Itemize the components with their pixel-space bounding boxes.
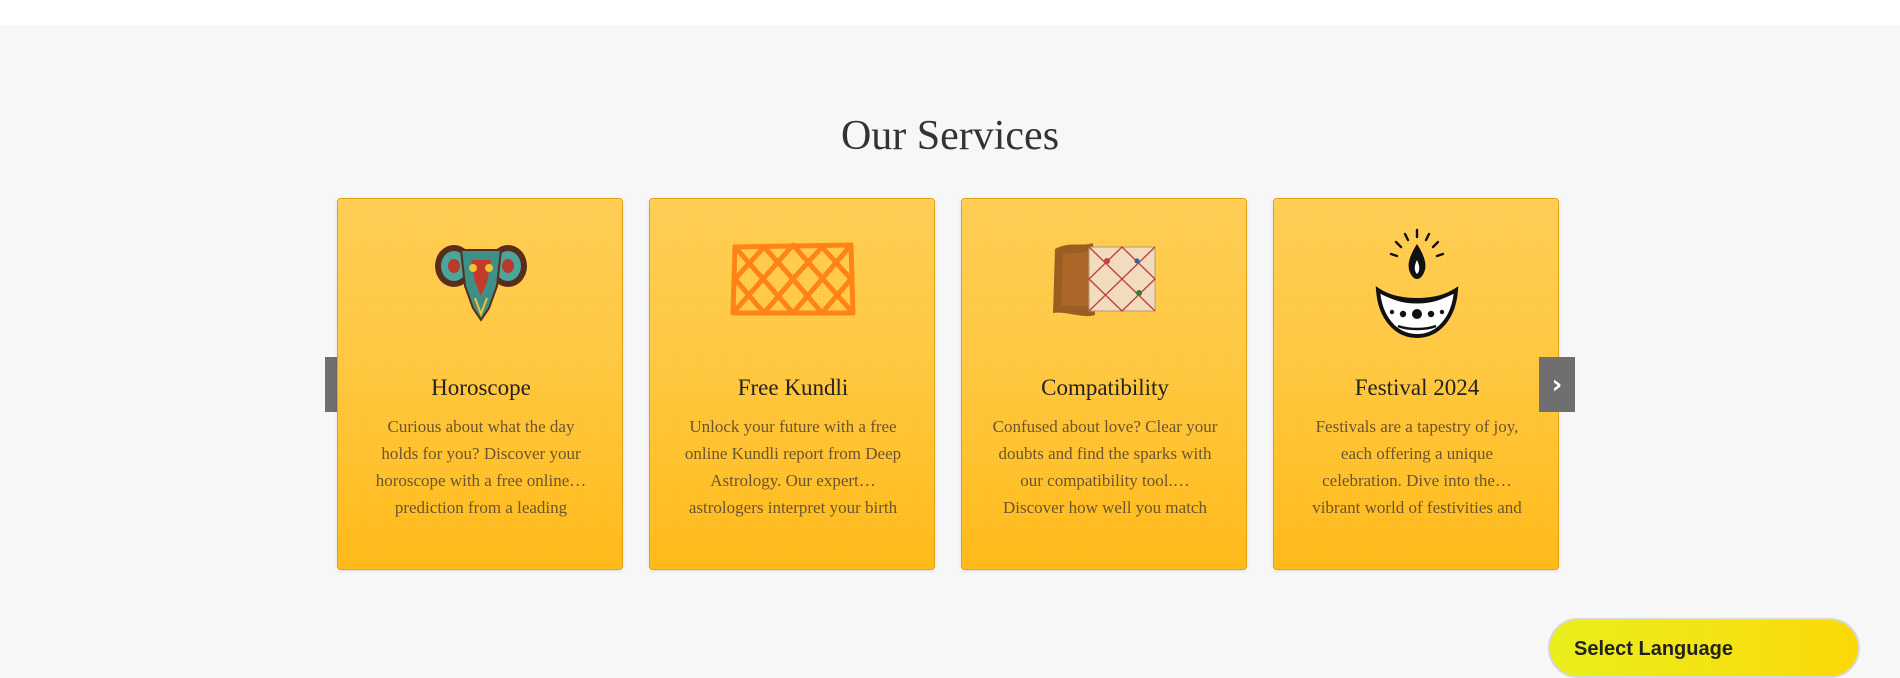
kundli-chart-icon [650,229,936,329]
section-title: Our Services [840,113,1060,159]
card-description: Confused about love? Clear your doubts a… [992,417,1218,517]
card-title: Festival 2024 [1354,375,1480,400]
card-title: Compatibility [1041,375,1169,400]
top-bar [0,0,1900,25]
carousel-next-button[interactable]: › [1539,357,1575,412]
select-language-button[interactable]: Select Language [1548,618,1860,678]
diya-lamp-icon [1274,228,1560,339]
service-card-horoscope[interactable]: Horoscope Curious about what the day hol… [337,198,623,570]
aries-ram-icon [338,229,624,329]
service-card-free-kundli[interactable]: Free Kundli Unlock your future with a fr… [649,198,935,570]
card-title: Free Kundli [737,375,849,400]
card-title: Horoscope [431,375,531,400]
compatibility-chart-icon [962,229,1248,329]
card-description: Unlock your future with a free online Ku… [684,417,902,517]
services-carousel: Horoscope Curious about what the day hol… [337,198,1559,570]
service-card-festival-2024[interactable]: Festival 2024 Festivals are a tapestry o… [1273,198,1559,570]
card-description: Festivals are a tapestry of joy, each of… [1312,417,1522,517]
card-description: Curious about what the day holds for you… [375,417,587,517]
service-card-compatibility[interactable]: Compatibility Confused about love? Clear… [961,198,1247,570]
